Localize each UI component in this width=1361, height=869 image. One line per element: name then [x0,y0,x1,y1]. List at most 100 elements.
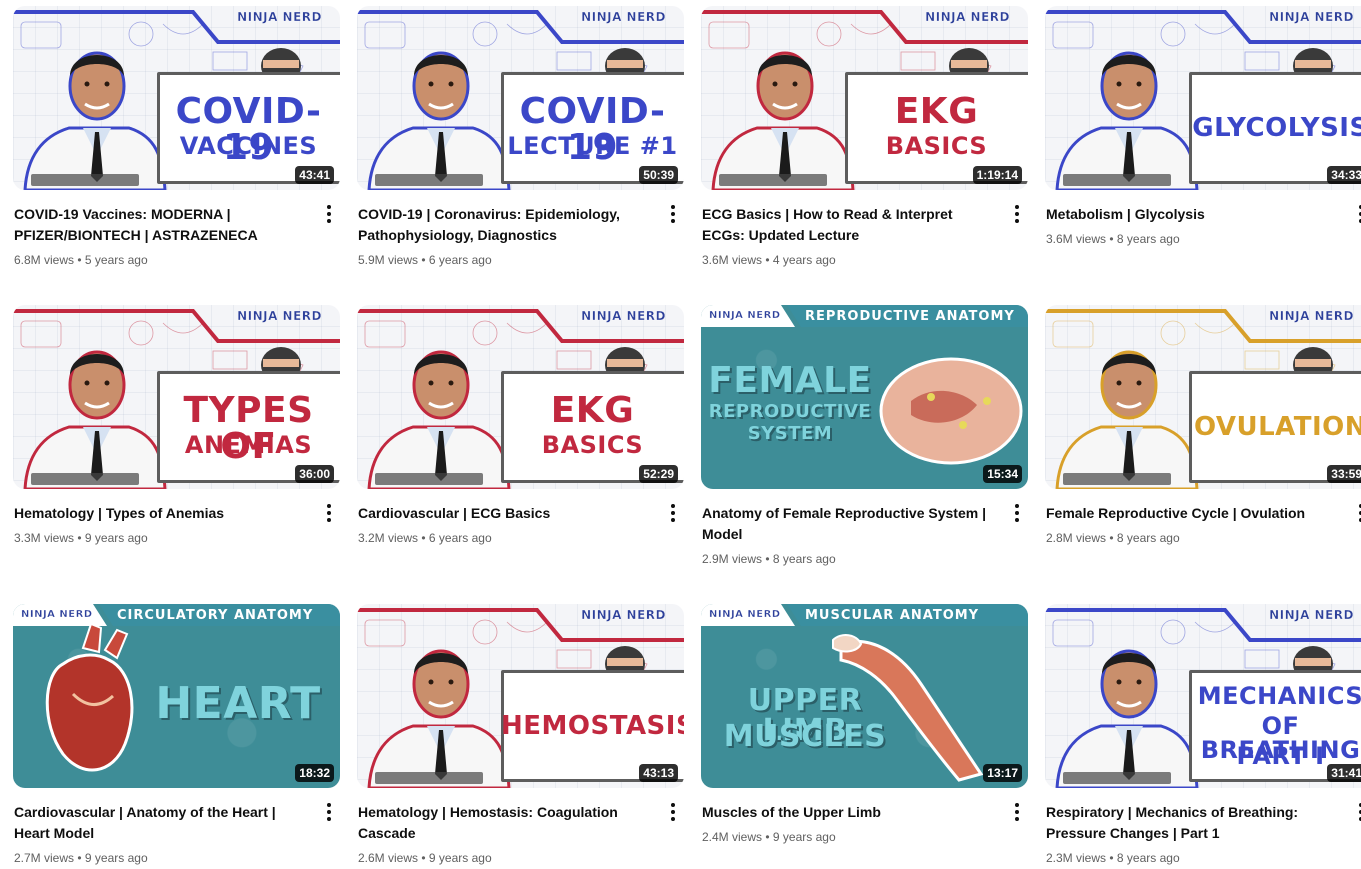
view-count: 2.3M views [1046,851,1107,865]
stats-separator: • [418,253,429,267]
video-details: Hematology | Types of Anemias 3.3M views … [13,489,343,546]
view-count: 2.4M views [702,830,763,844]
video-card[interactable]: NINJA NERD MECHANICS OF BREATHING PART I 31:… [1045,604,1361,869]
view-count: 2.6M views [358,851,419,865]
more-vert-icon[interactable] [661,800,685,824]
video-thumbnail[interactable]: NINJA NERD MUSCULAR ANATOMY UPPER LIMB MUSC… [701,604,1028,788]
video-title[interactable]: ECG Basics | How to Read & Interpret ECG… [702,204,995,246]
duration-badge: 15:34 [983,465,1022,483]
video-title[interactable]: Cardiovascular | Anatomy of the Heart | … [14,802,307,844]
video-card[interactable]: NINJA NERD EKG BASICS 1:19:14 ECG Basics | H… [701,6,1031,305]
stats-separator: • [418,531,429,545]
thumbnail-art [357,309,684,489]
more-vert-icon[interactable] [1349,501,1361,525]
video-thumbnail[interactable]: NINJA NERD GLYCOLYSIS 34:33 [1045,6,1361,190]
video-title[interactable]: Anatomy of Female Reproductive System | … [702,503,995,545]
video-thumbnail[interactable]: NINJA NERD EKG BASICS 1:19:14 [701,6,1028,190]
more-vert-icon[interactable] [1349,202,1361,226]
video-stats: 3.6M views • 8 years ago [1046,231,1339,247]
video-details: Respiratory | Mechanics of Breathing: Pr… [1045,788,1361,866]
thumbnail-art [1045,10,1361,190]
stats-separator: • [762,830,773,844]
view-count: 2.8M views [1046,531,1107,545]
video-title[interactable]: COVID-19 | Coronavirus: Epidemiology, Pa… [358,204,651,246]
more-vert-icon[interactable] [1005,800,1029,824]
video-details: Cardiovascular | ECG Basics 3.2M views • … [357,489,687,546]
upload-age: 8 years ago [772,552,836,566]
video-details: ECG Basics | How to Read & Interpret ECG… [701,190,1031,268]
video-thumbnail[interactable]: NINJA NERD HEMOSTASIS 43:13 [357,604,684,788]
video-title[interactable]: Cardiovascular | ECG Basics [358,503,651,524]
stats-separator: • [1106,851,1117,865]
video-details: Muscles of the Upper Limb 2.4M views • 9 … [701,788,1031,845]
video-title[interactable]: Hematology | Hemostasis: Coagulation Cas… [358,802,651,844]
video-thumbnail[interactable]: NINJA NERD OVULATION 33:59 [1045,305,1361,489]
thumbnail-art [13,309,340,489]
thumbnail-art [357,10,684,190]
view-count: 2.9M views [702,552,763,566]
stats-separator: • [418,851,429,865]
video-thumbnail[interactable]: NINJA NERD REPRODUCTIVE ANATOMY FEMALE REPR… [701,305,1028,489]
thumbnail-art [13,604,340,772]
more-vert-icon[interactable] [661,501,685,525]
stats-separator: • [74,531,85,545]
more-vert-icon[interactable] [317,800,341,824]
more-vert-icon[interactable] [661,202,685,226]
video-thumbnail[interactable]: NINJA NERD COVID-19 VACCINES 43:41 [13,6,340,190]
video-details: Hematology | Hemostasis: Coagulation Cas… [357,788,687,866]
upload-age: 9 years ago [84,851,148,865]
video-card[interactable]: NINJA NERD MUSCULAR ANATOMY UPPER LIMB MUSC… [701,604,1031,869]
video-details: COVID-19 Vaccines: MODERNA | PFIZER/BION… [13,190,343,268]
video-thumbnail[interactable]: NINJA NERD COVID-19 LECTURE #1 50:39 [357,6,684,190]
stats-separator: • [74,253,85,267]
more-vert-icon[interactable] [1349,800,1361,824]
video-thumbnail[interactable]: NINJA NERD MECHANICS OF BREATHING PART I 31:… [1045,604,1361,788]
video-title[interactable]: Hematology | Types of Anemias [14,503,307,524]
video-card[interactable]: NINJA NERD TYPES OF ANEMIAS 36:00 Hematology… [13,305,343,604]
duration-badge: 31:41 [1327,764,1361,782]
duration-badge: 43:41 [295,166,334,184]
video-card[interactable]: NINJA NERD REPRODUCTIVE ANATOMY FEMALE REPR… [701,305,1031,604]
video-title[interactable]: Respiratory | Mechanics of Breathing: Pr… [1046,802,1339,844]
video-card[interactable]: NINJA NERD HEMOSTASIS 43:13 Hematology | He… [357,604,687,869]
video-stats: 2.3M views • 8 years ago [1046,850,1339,866]
video-card[interactable]: NINJA NERD EKG BASICS 52:29 Cardiovascular |… [357,305,687,604]
upload-age: 9 years ago [84,531,148,545]
video-stats: 3.2M views • 6 years ago [358,530,651,546]
stats-separator: • [1106,232,1117,246]
duration-badge: 36:00 [295,465,334,483]
upload-age: 9 years ago [428,851,492,865]
video-title[interactable]: Metabolism | Glycolysis [1046,204,1339,225]
upload-age: 8 years ago [1116,851,1180,865]
more-vert-icon[interactable] [317,501,341,525]
video-title[interactable]: COVID-19 Vaccines: MODERNA | PFIZER/BION… [14,204,307,246]
video-title[interactable]: Muscles of the Upper Limb [702,802,995,823]
video-details: COVID-19 | Coronavirus: Epidemiology, Pa… [357,190,687,268]
more-vert-icon[interactable] [1005,501,1029,525]
upload-age: 9 years ago [772,830,836,844]
video-card[interactable]: NINJA NERD GLYCOLYSIS 34:33 Metabolism | Gl… [1045,6,1361,305]
video-thumbnail[interactable]: NINJA NERD EKG BASICS 52:29 [357,305,684,489]
video-card[interactable]: NINJA NERD COVID-19 VACCINES 43:41 COVID-19 … [13,6,343,305]
video-card[interactable]: NINJA NERD OVULATION 33:59 Female Reproduct… [1045,305,1361,604]
more-vert-icon[interactable] [1005,202,1029,226]
duration-badge: 34:33 [1327,166,1361,184]
video-card[interactable]: NINJA NERD COVID-19 LECTURE #1 50:39 COVID-1… [357,6,687,305]
thumbnail-art [357,608,684,788]
view-count: 6.8M views [14,253,75,267]
video-grid: NINJA NERD COVID-19 VACCINES 43:41 COVID-19 … [0,0,1361,869]
video-card[interactable]: NINJA NERD CIRCULATORY ANATOMY HEART 18:32 C… [13,604,343,869]
video-thumbnail[interactable]: NINJA NERD CIRCULATORY ANATOMY HEART 18:32 [13,604,340,788]
video-stats: 6.8M views • 5 years ago [14,252,307,268]
video-title[interactable]: Female Reproductive Cycle | Ovulation [1046,503,1339,524]
stats-separator: • [74,851,85,865]
video-thumbnail[interactable]: NINJA NERD TYPES OF ANEMIAS 36:00 [13,305,340,489]
video-stats: 3.3M views • 9 years ago [14,530,307,546]
video-stats: 2.9M views • 8 years ago [702,551,995,567]
duration-badge: 18:32 [295,764,334,782]
view-count: 3.2M views [358,531,419,545]
duration-badge: 13:17 [983,764,1022,782]
more-vert-icon[interactable] [317,202,341,226]
stats-separator: • [762,253,773,267]
video-details: Metabolism | Glycolysis 3.6M views • 8 ye… [1045,190,1361,247]
